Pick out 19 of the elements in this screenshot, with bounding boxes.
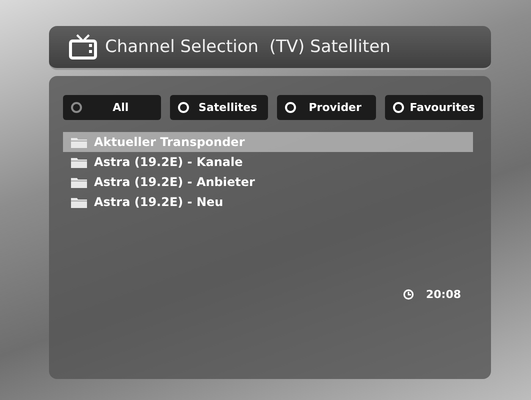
item-label: Aktueller Transponder <box>94 135 245 149</box>
filter-button[interactable]: Provider <box>277 95 376 120</box>
filter-button[interactable]: All <box>63 95 162 120</box>
folder-icon <box>71 156 87 168</box>
filter-button[interactable]: Satellites <box>170 95 268 120</box>
filter-button[interactable]: Favourites <box>384 95 484 120</box>
screen-title: Channel Selection (TV) Satelliten <box>105 37 390 57</box>
item-label: Astra (19.2E) - Anbieter <box>94 175 255 189</box>
list-item[interactable]: Astra (19.2E) - Anbieter <box>63 172 473 192</box>
folder-icon <box>71 136 87 148</box>
list-item[interactable]: Astra (19.2E) - Kanale <box>63 152 473 172</box>
folder-icon <box>71 196 87 208</box>
folder-icon <box>71 176 87 188</box>
item-label: Astra (19.2E) - Kanale <box>94 155 243 169</box>
clock-icon <box>402 289 414 300</box>
item-label: Astra (19.2E) - Neu <box>94 195 224 209</box>
list-item[interactable]: Astra (19.2E) - Neu <box>63 192 473 212</box>
tv-icon <box>69 34 97 60</box>
clock-time: 20:08 <box>426 288 461 301</box>
